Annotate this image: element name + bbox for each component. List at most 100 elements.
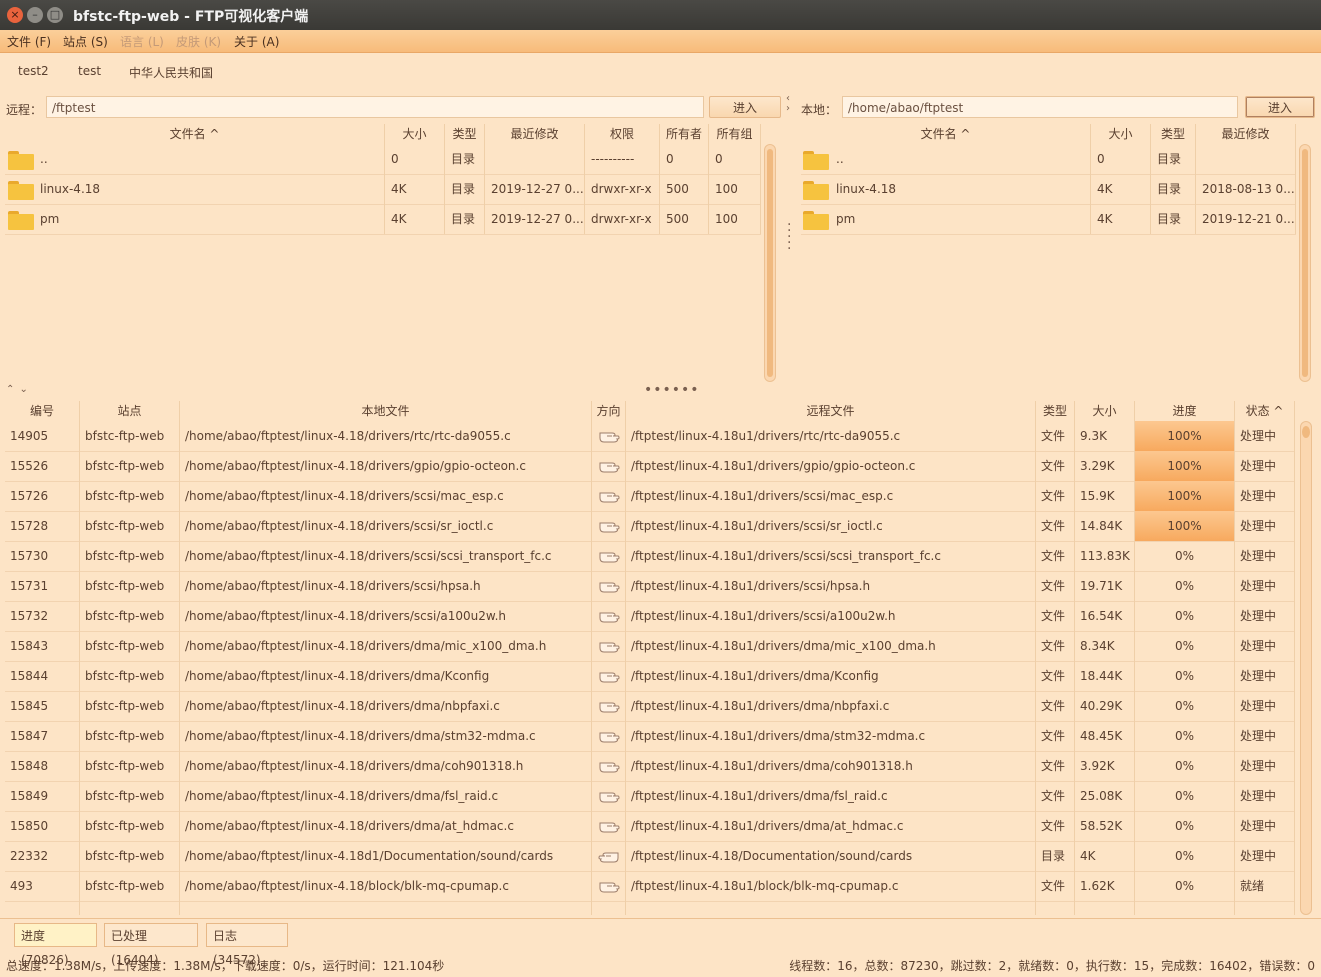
site-tab[interactable]: 中华人民共和国: [129, 64, 213, 81]
task-row[interactable]: 15843 bfstc-ftp-web/home/abao/ftptest/lin…: [5, 631, 1295, 662]
site-tab[interactable]: test2: [18, 64, 49, 78]
file-name: linux-4.18: [836, 182, 897, 196]
collapse-arrows-icon[interactable]: ‹ ›: [786, 94, 791, 114]
col-header-remote-file[interactable]: 远程文件: [626, 401, 1036, 421]
task-row[interactable]: 15731 bfstc-ftp-web/home/abao/ftptest/lin…: [5, 571, 1295, 602]
remote-file-row[interactable]: pm 4K 目录 2019-12-27 0... drwxr-xr-x 500 …: [5, 204, 761, 235]
col-header-size[interactable]: 大小: [1075, 401, 1135, 421]
task-row[interactable]: [5, 901, 1295, 915]
tab-log[interactable]: 日志(34572): [206, 923, 288, 967]
task-progress: 0%: [1135, 811, 1235, 841]
col-header-permission[interactable]: 权限: [585, 124, 660, 144]
task-row[interactable]: 15847 bfstc-ftp-web/home/abao/ftptest/lin…: [5, 721, 1295, 752]
task-progress: [1135, 901, 1235, 915]
task-type: [1036, 901, 1075, 915]
col-header-progress[interactable]: 进度: [1135, 401, 1235, 421]
menu-site[interactable]: 站点 (S): [63, 33, 108, 50]
task-row[interactable]: 15848 bfstc-ftp-web/home/abao/ftptest/lin…: [5, 751, 1295, 782]
col-header-modified[interactable]: 最近修改: [1196, 124, 1296, 144]
col-header-site[interactable]: 站点: [80, 401, 180, 421]
file-owner: 500: [660, 204, 709, 234]
task-size: 3.29K: [1075, 451, 1135, 481]
upload-hand-icon: [599, 762, 620, 773]
task-type: 文件: [1036, 481, 1075, 511]
task-remote-file: /ftptest/linux-4.18u1/block/blk-mq-cpuma…: [626, 871, 1036, 901]
task-size: 8.34K: [1075, 631, 1135, 661]
task-row[interactable]: 15850 bfstc-ftp-web/home/abao/ftptest/lin…: [5, 811, 1295, 842]
local-file-row[interactable]: .. 0 目录: [801, 144, 1296, 175]
minimize-icon[interactable]: –: [27, 7, 43, 23]
col-header-size[interactable]: 大小: [1091, 124, 1151, 144]
remote-path-input[interactable]: /ftptest: [46, 96, 704, 118]
close-icon[interactable]: ×: [7, 7, 23, 23]
menu-language[interactable]: 语言 (L): [120, 33, 164, 50]
menu-skin[interactable]: 皮肤 (K): [176, 33, 221, 50]
col-header-size[interactable]: 大小: [385, 124, 445, 144]
file-permission: drwxr-xr-x: [585, 174, 660, 204]
local-enter-button[interactable]: 进入: [1245, 96, 1315, 118]
col-header-type[interactable]: 类型: [445, 124, 485, 144]
task-site: bfstc-ftp-web: [80, 631, 180, 661]
task-direction: [592, 421, 626, 451]
col-header-modified[interactable]: 最近修改: [485, 124, 585, 144]
task-size: 48.45K: [1075, 721, 1135, 751]
file-size: 4K: [385, 204, 445, 234]
horizontal-splitter-handle[interactable]: ••••••: [644, 382, 700, 398]
task-type: 目录: [1036, 841, 1075, 871]
folder-icon: [8, 211, 34, 230]
task-size: 1.62K: [1075, 871, 1135, 901]
remote-file-row[interactable]: .. 0 目录 ---------- 0 0: [5, 144, 761, 175]
col-header-group[interactable]: 所有组: [709, 124, 761, 144]
col-header-type[interactable]: 类型: [1036, 401, 1075, 421]
vertical-splitter-handle[interactable]: · · · · ·: [787, 218, 792, 256]
collapse-toggle-icon[interactable]: ⌃ ⌄: [6, 384, 29, 395]
task-progress: 0%: [1135, 541, 1235, 571]
task-row[interactable]: 493 bfstc-ftp-web/home/abao/ftptest/linux…: [5, 871, 1295, 902]
task-status: 处理中: [1235, 751, 1295, 781]
col-header-type[interactable]: 类型: [1151, 124, 1196, 144]
window-title: bfstc-ftp-web - FTP可视化客户端: [73, 9, 309, 25]
task-row[interactable]: 15526 bfstc-ftp-web/home/abao/ftptest/lin…: [5, 451, 1295, 482]
col-header-id[interactable]: 编号: [5, 401, 80, 421]
menu-about[interactable]: 关于 (A): [234, 33, 279, 50]
local-file-row[interactable]: linux-4.18 4K 目录 2018-08-13 0...: [801, 174, 1296, 205]
task-row[interactable]: 15845 bfstc-ftp-web/home/abao/ftptest/lin…: [5, 691, 1295, 722]
col-header-direction[interactable]: 方向: [592, 401, 626, 421]
task-row[interactable]: 15730 bfstc-ftp-web/home/abao/ftptest/lin…: [5, 541, 1295, 572]
remote-enter-button[interactable]: 进入: [709, 96, 781, 118]
task-row[interactable]: 15844 bfstc-ftp-web/home/abao/ftptest/lin…: [5, 661, 1295, 692]
task-row[interactable]: 15849 bfstc-ftp-web/home/abao/ftptest/lin…: [5, 781, 1295, 812]
task-scrollbar[interactable]: [1300, 421, 1312, 915]
local-path-input[interactable]: /home/abao/ftptest: [842, 96, 1238, 118]
menu-file[interactable]: 文件 (F): [7, 33, 51, 50]
task-site: bfstc-ftp-web: [80, 601, 180, 631]
task-id: 22332: [5, 841, 80, 871]
file-permission: ----------: [585, 144, 660, 174]
task-local-file: /home/abao/ftptest/linux-4.18/drivers/sc…: [180, 571, 592, 601]
maximize-icon[interactable]: □: [47, 7, 63, 23]
col-header-status[interactable]: 状态 ^: [1235, 401, 1295, 421]
task-status: 处理中: [1235, 541, 1295, 571]
remote-scrollbar[interactable]: [764, 144, 776, 382]
task-row[interactable]: 15732 bfstc-ftp-web/home/abao/ftptest/lin…: [5, 601, 1295, 632]
col-header-filename[interactable]: 文件名 ^: [5, 124, 385, 144]
task-size: 19.71K: [1075, 571, 1135, 601]
site-tab[interactable]: test: [78, 64, 101, 78]
upload-hand-icon: [599, 432, 620, 443]
task-row[interactable]: 22332 bfstc-ftp-web/home/abao/ftptest/lin…: [5, 841, 1295, 872]
task-remote-file: /ftptest/linux-4.18u1/drivers/dma/coh901…: [626, 751, 1036, 781]
local-scrollbar[interactable]: [1299, 144, 1311, 382]
col-header-filename[interactable]: 文件名 ^: [801, 124, 1091, 144]
tab-progress[interactable]: 进度(70826): [14, 923, 97, 967]
task-row[interactable]: 14905 bfstc-ftp-web/home/abao/ftptest/lin…: [5, 421, 1295, 452]
col-header-owner[interactable]: 所有者: [660, 124, 709, 144]
tab-processed[interactable]: 已处理(16404): [104, 923, 198, 967]
task-row[interactable]: 15728 bfstc-ftp-web/home/abao/ftptest/lin…: [5, 511, 1295, 542]
col-header-local-file[interactable]: 本地文件: [180, 401, 592, 421]
task-id: 15847: [5, 721, 80, 751]
local-file-row[interactable]: pm 4K 目录 2019-12-21 0...: [801, 204, 1296, 235]
task-size: 3.92K: [1075, 751, 1135, 781]
task-row[interactable]: 15726 bfstc-ftp-web/home/abao/ftptest/lin…: [5, 481, 1295, 512]
task-direction: [592, 721, 626, 751]
remote-file-row[interactable]: linux-4.18 4K 目录 2019-12-27 0... drwxr-x…: [5, 174, 761, 205]
